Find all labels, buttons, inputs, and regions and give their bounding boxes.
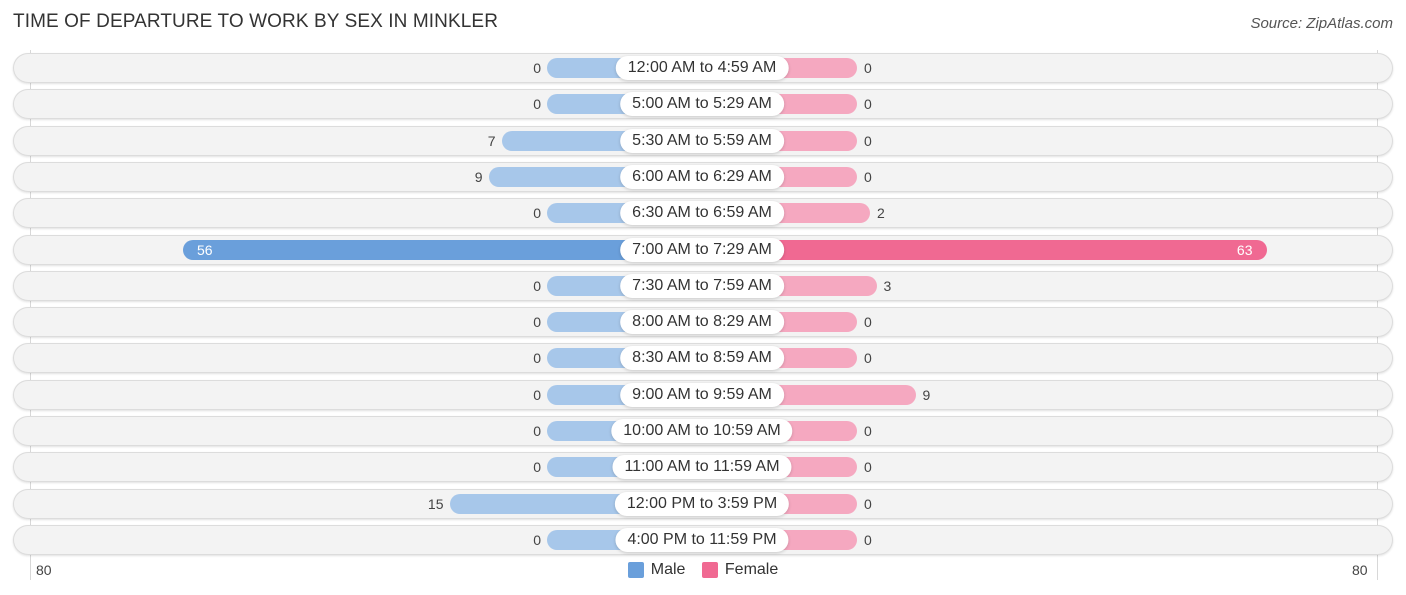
value-label-female: 0 [864, 423, 872, 439]
value-label-male: 0 [533, 459, 541, 476]
category-label: 5:00 AM to 5:29 AM [620, 92, 784, 117]
legend-swatch-male [627, 562, 644, 578]
legend-swatch-female [701, 562, 718, 578]
category-label: 5:30 AM to 5:59 AM [620, 128, 784, 153]
legend-label-female: Female [724, 561, 779, 578]
category-label: 8:30 AM to 8:59 AM [620, 346, 784, 371]
category-label: 12:00 PM to 3:59 PM [614, 491, 790, 516]
value-label-female: 0 [864, 132, 872, 149]
legend: Male Female [0, 561, 1406, 583]
value-label-male: 0 [533, 314, 541, 331]
chart-area: 0 0 12:00 AM to 4:59 AM 0 0 5:00 AM to 5:29 A… [0, 0, 1406, 595]
value-label-female: 63 [1236, 241, 1253, 258]
value-label-female: 0 [864, 350, 872, 367]
value-label-female: 0 [864, 531, 872, 548]
value-label-female: 3 [883, 277, 892, 294]
value-label-male: 15 [427, 495, 444, 512]
value-label-male: 0 [533, 60, 541, 76]
value-label-male: 9 [474, 168, 483, 185]
value-label-female: 0 [864, 60, 872, 76]
value-label-male: 0 [533, 350, 541, 367]
value-label-male: 0 [533, 531, 541, 548]
value-label-female: 0 [864, 96, 872, 113]
category-label: 8:00 AM to 8:29 AM [620, 310, 784, 335]
bar-female[interactable] [702, 239, 1267, 260]
value-label-male: 7 [487, 132, 496, 149]
value-label-male: 0 [533, 205, 541, 222]
value-label-male: 0 [533, 96, 541, 113]
category-label: 7:30 AM to 7:59 AM [620, 273, 784, 298]
value-label-male: 0 [533, 423, 541, 439]
category-label: 10:00 AM to 10:59 AM [611, 419, 793, 443]
value-label-female: 2 [877, 205, 885, 222]
value-label-female: 0 [864, 459, 872, 476]
value-label-female: 0 [864, 495, 872, 512]
category-label: 4:00 PM to 11:59 PM [615, 527, 789, 552]
legend-item-male[interactable]: Male [627, 561, 686, 579]
category-label: 11:00 AM to 11:59 AM [612, 455, 792, 480]
category-label: 9:00 AM to 9:59 AM [620, 382, 784, 407]
category-label: 12:00 AM to 4:59 AM [615, 56, 789, 80]
legend-label-male: Male [650, 561, 686, 578]
value-label-female: 0 [864, 168, 872, 185]
value-label-male: 0 [533, 386, 541, 403]
value-label-female: 9 [922, 386, 931, 403]
category-label: 6:30 AM to 6:59 AM [620, 201, 784, 226]
legend-item-female[interactable]: Female [701, 561, 779, 579]
value-label-male: 56 [197, 241, 213, 258]
value-label-male: 0 [533, 277, 541, 294]
category-label: 7:00 AM to 7:29 AM [620, 237, 784, 262]
category-label: 6:00 AM to 6:29 AM [620, 164, 784, 189]
value-label-female: 0 [864, 314, 872, 331]
